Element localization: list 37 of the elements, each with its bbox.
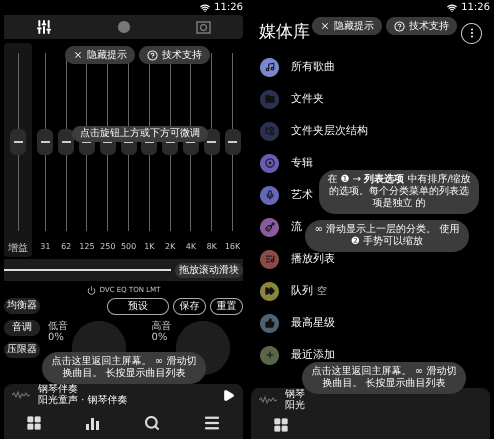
track-artist: 阳光 (285, 400, 305, 410)
status-time: 11:26 (461, 1, 490, 15)
knob-reading: 0% (48, 332, 65, 342)
item-label: 队列 (291, 282, 313, 299)
item-label: 专辑 (291, 154, 313, 171)
band-label: 4K (186, 241, 196, 253)
band-label: 2K (165, 241, 176, 253)
item-label: 最近添加 (291, 346, 335, 363)
band-label: 增益 (8, 242, 28, 256)
band-label: 500 (120, 241, 136, 253)
item-label: 最高星级 (291, 314, 335, 331)
band-label: 250 (100, 241, 116, 253)
hint-tooltip: 点击旋钮上方或下方可微调 (72, 126, 208, 142)
item-label: 艺术 (291, 186, 313, 203)
page-title: 媒体库 (259, 21, 310, 44)
item-label: 流 (291, 218, 302, 235)
band-label: 62 (61, 241, 72, 253)
band-label: 31 (40, 241, 50, 253)
knob-label: 低音 (48, 320, 68, 332)
track-artist: 阳光童声 · 钢琴伴奏 (38, 395, 128, 406)
hint-tooltip: 在 ❶ → 列表选项 中有排序/缩放的选项。每个分类菜单的列表选项是独立 的 (319, 170, 479, 214)
band-label: 125 (79, 241, 95, 253)
band-label: 16K (224, 241, 240, 253)
item-label: 播放列表 (291, 250, 335, 267)
item-note: 空 (317, 284, 327, 298)
item-label: 文件夹 (291, 90, 324, 107)
band-label: 1K (144, 241, 155, 253)
band-label: 8K (206, 241, 217, 253)
hint-tooltip: ∞ 滑动显示上一层的分类。 使用 ❷ 手势可以缩放 (305, 220, 469, 252)
status-time: 11:26 (214, 1, 243, 15)
item-label: 所有歌曲 (291, 58, 335, 75)
track-title: 钢琴伴奏 (38, 384, 78, 395)
hint-tooltip: 点击这里返回主屏幕。 ∞ 滑动切换曲目。 长按显示曲目列表 (42, 352, 206, 384)
knob-label: 高音 (152, 320, 172, 332)
item-label: 文件夹层次结构 (291, 122, 368, 139)
track-title: 钢琴 (285, 388, 305, 400)
knob-reading: 0% (152, 332, 168, 342)
